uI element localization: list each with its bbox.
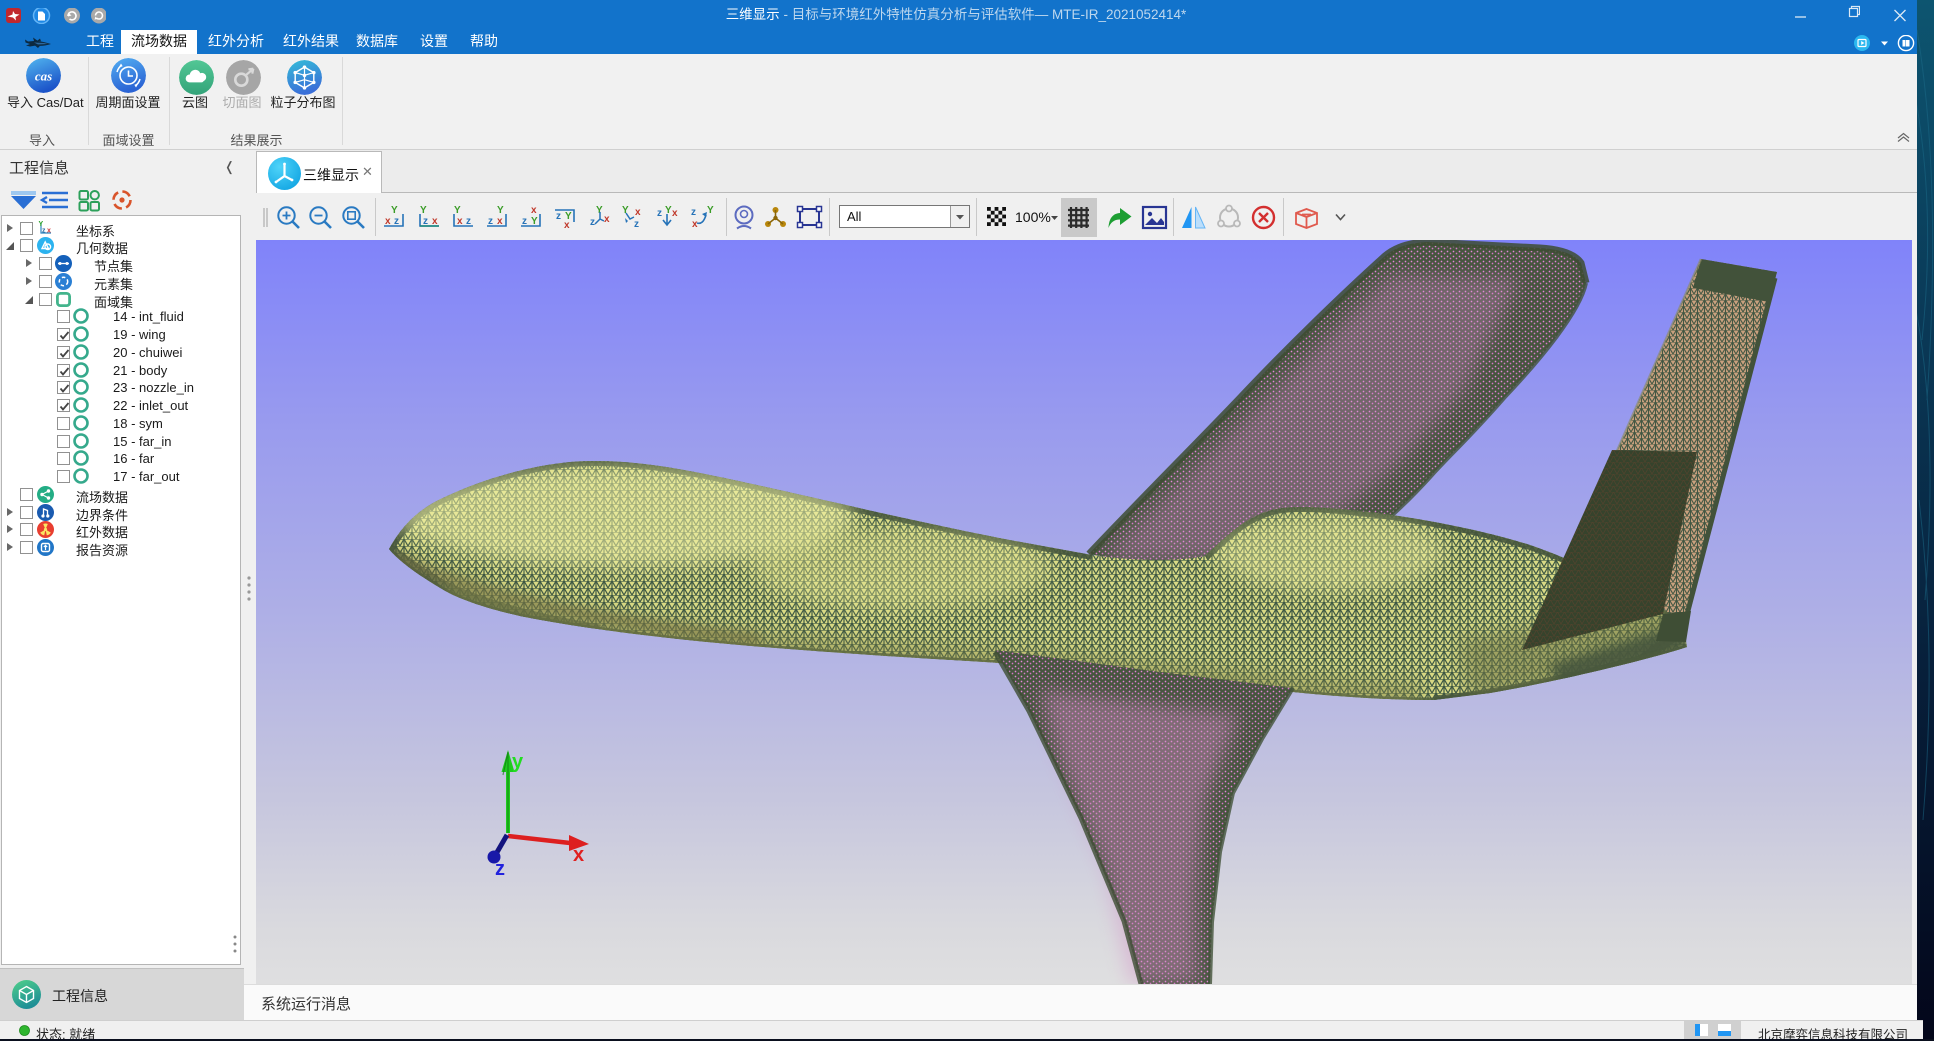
svg-text:z: z xyxy=(556,211,561,222)
svg-text:x: x xyxy=(573,844,584,866)
svg-text:cas: cas xyxy=(35,69,52,84)
svg-text:Y: Y xyxy=(420,205,427,216)
svg-text:x: x xyxy=(672,208,678,219)
svg-text:x: x xyxy=(604,214,610,225)
svg-text:Y: Y xyxy=(707,205,714,216)
svg-text:x: x xyxy=(531,205,537,216)
svg-text:x: x xyxy=(564,220,570,230)
svg-text:Y: Y xyxy=(665,205,672,216)
svg-text:z: z xyxy=(634,219,639,230)
svg-text:Y: Y xyxy=(391,205,398,216)
svg-text:Y: Y xyxy=(497,205,504,216)
svg-text:y: y xyxy=(512,751,524,773)
svg-text:x: x xyxy=(692,219,698,230)
svg-text:x: x xyxy=(635,207,641,218)
svg-text:Y: Y xyxy=(454,205,461,216)
svg-text:z: z xyxy=(590,217,595,228)
svg-text:x: x xyxy=(47,227,51,234)
svg-text:z: z xyxy=(691,207,696,218)
svg-text:z: z xyxy=(42,227,46,234)
svg-text:z: z xyxy=(495,858,505,880)
svg-text:Y: Y xyxy=(622,205,629,216)
svg-text:z: z xyxy=(657,208,662,219)
